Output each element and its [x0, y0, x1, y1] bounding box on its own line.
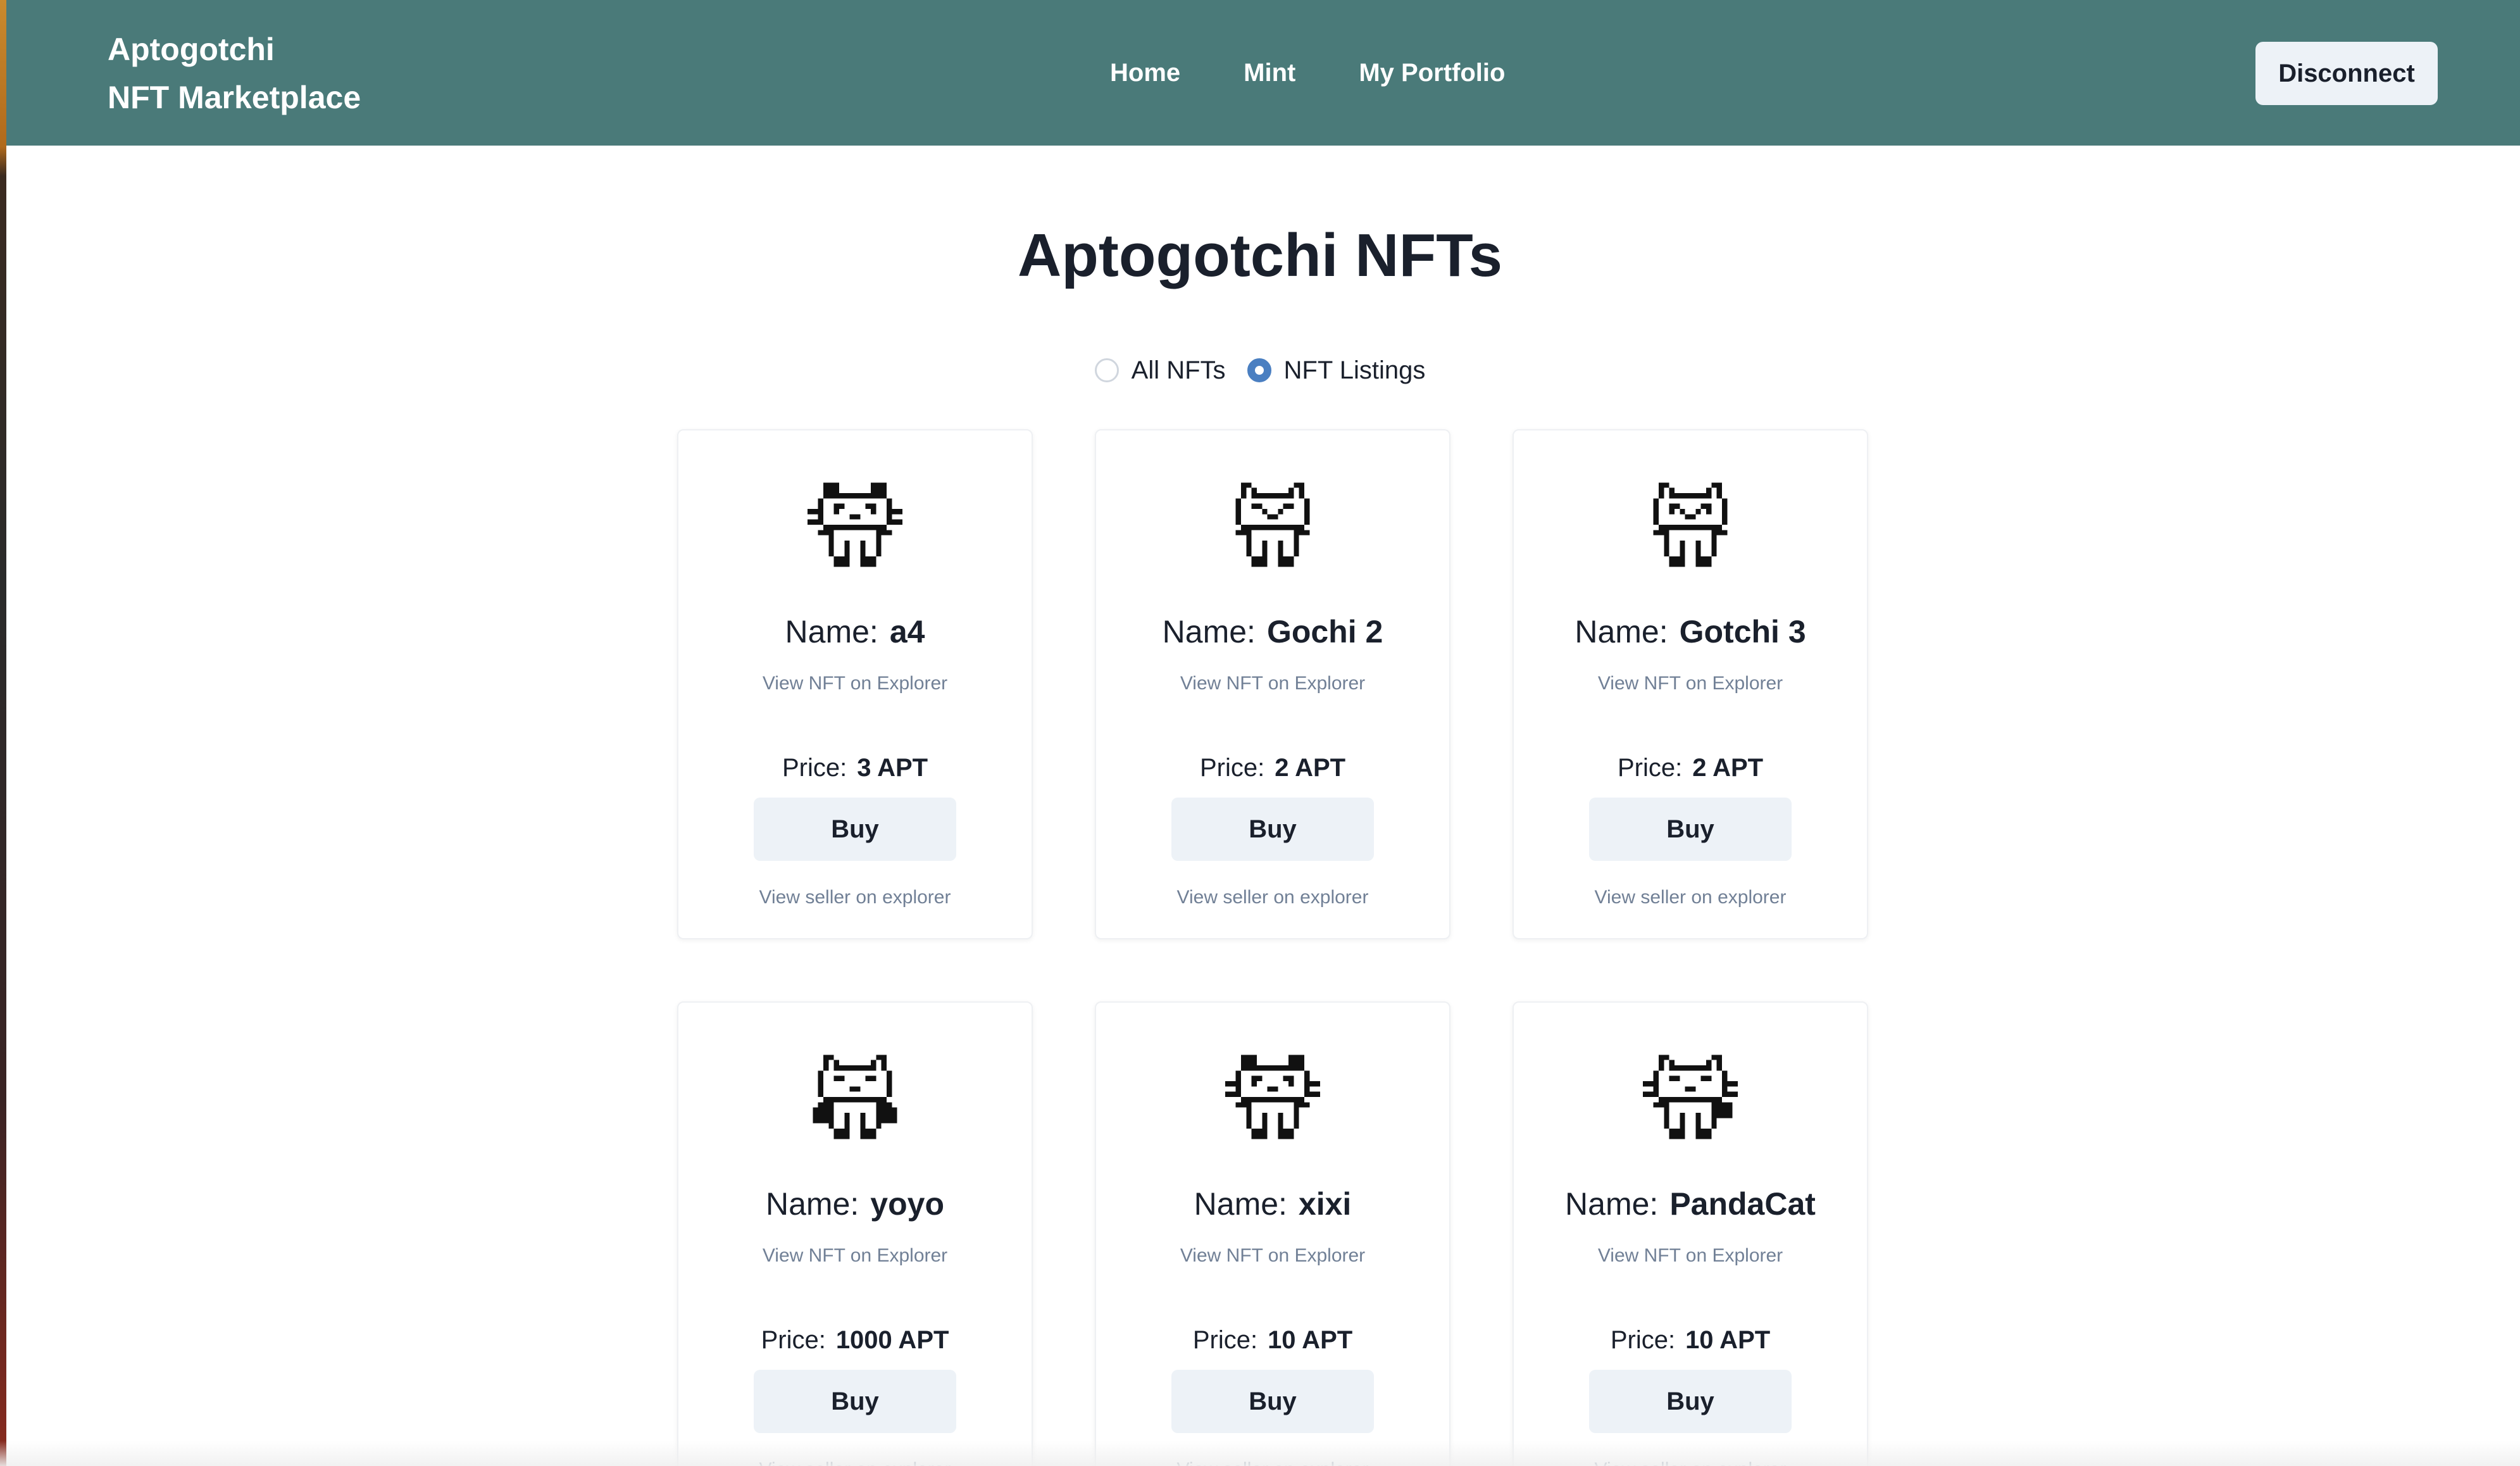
- nft-card-6: Name: PandaCat View NFT on Explorer Price…: [1513, 1001, 1868, 1466]
- nft-price-value: 10 APT: [1685, 1326, 1771, 1354]
- nft-name-value: Gochi 2: [1266, 614, 1383, 649]
- name-label: Name:: [1194, 1186, 1287, 1222]
- page: Aptogotchi NFT Marketplace Home Mint My …: [0, 0, 2520, 1466]
- nft-name-value: a4: [889, 614, 925, 649]
- nft-card-3: Name: Gotchi 3 View NFT on Explorer Price…: [1513, 429, 1868, 939]
- nft-price-value: 10 APT: [1268, 1326, 1353, 1354]
- name-label: Name:: [766, 1186, 859, 1222]
- nft-card-1: Name: a4 View NFT on Explorer Price: 3 APT…: [677, 429, 1033, 939]
- view-seller-explorer-link[interactable]: View seller on explorer: [678, 885, 1032, 910]
- price-label: Price:: [1610, 1326, 1676, 1354]
- view-nft-explorer-link[interactable]: View NFT on Explorer: [1514, 671, 1867, 696]
- nft-filter-radio-group: All NFTs NFT Listings: [0, 354, 2520, 386]
- price-label: Price:: [1199, 754, 1265, 782]
- nft-price-line: Price: 10 APT: [1096, 1323, 1449, 1357]
- nft-name-line: Name: yoyo: [678, 1184, 1032, 1224]
- pixel-cat-pet-icon: [1225, 477, 1320, 572]
- nft-name-value: Gotchi 3: [1679, 614, 1806, 649]
- pixel-cat-pet-icon: [808, 477, 902, 572]
- pixel-cat-pet-icon: [1225, 1049, 1320, 1144]
- nft-price-value: 2 APT: [1275, 754, 1346, 782]
- nav-portfolio-link[interactable]: My Portfolio: [1359, 56, 1505, 90]
- nft-price-value: 1000 APT: [835, 1326, 949, 1354]
- nft-price-line: Price: 10 APT: [1514, 1323, 1867, 1357]
- disconnect-button[interactable]: Disconnect: [2255, 42, 2438, 105]
- brand-line-1: Aptogotchi: [108, 32, 275, 67]
- price-label: Price:: [1192, 1326, 1258, 1354]
- buy-button[interactable]: Buy: [1171, 1370, 1374, 1433]
- buy-button[interactable]: Buy: [1589, 798, 1792, 861]
- nft-name-line: Name: a4: [678, 611, 1032, 652]
- view-nft-explorer-link[interactable]: View NFT on Explorer: [678, 671, 1032, 696]
- radio-nft-listings[interactable]: [1247, 358, 1271, 382]
- nft-name-value: PandaCat: [1669, 1186, 1816, 1222]
- view-seller-explorer-link[interactable]: View seller on explorer: [1096, 885, 1449, 910]
- nft-name-line: Name: xixi: [1096, 1184, 1449, 1224]
- nav-mint-link[interactable]: Mint: [1244, 56, 1295, 90]
- nft-name-line: Name: Gotchi 3: [1514, 611, 1867, 652]
- view-nft-explorer-link[interactable]: View NFT on Explorer: [1096, 671, 1449, 696]
- page-title: Aptogotchi NFTs: [1017, 222, 1503, 289]
- nft-price-line: Price: 2 APT: [1514, 751, 1867, 785]
- price-label: Price:: [761, 1326, 826, 1354]
- nft-card-2: Name: Gochi 2 View NFT on Explorer Price:…: [1095, 429, 1450, 939]
- filter-option-nft-listings[interactable]: NFT Listings: [1247, 354, 1426, 386]
- radio-label-all-nfts: All NFTs: [1131, 356, 1226, 384]
- buy-button[interactable]: Buy: [1589, 1370, 1792, 1433]
- price-label: Price:: [1617, 754, 1683, 782]
- radio-label-nft-listings: NFT Listings: [1283, 356, 1426, 384]
- radio-all-nfts[interactable]: [1094, 358, 1119, 382]
- nft-price-line: Price: 1000 APT: [678, 1323, 1032, 1357]
- view-nft-explorer-link[interactable]: View NFT on Explorer: [678, 1243, 1032, 1269]
- nft-name-value: xixi: [1298, 1186, 1352, 1222]
- buy-button[interactable]: Buy: [754, 1370, 956, 1433]
- nft-name-line: Name: PandaCat: [1514, 1184, 1867, 1224]
- nft-card-4: Name: yoyo View NFT on Explorer Price: 100…: [677, 1001, 1033, 1466]
- nft-card-grid: Name: a4 View NFT on Explorer Price: 3 APT…: [677, 429, 1869, 1466]
- brand-line-2: NFT Marketplace: [108, 80, 361, 115]
- pixel-cat-pet-icon: [1643, 1049, 1738, 1144]
- nft-price-line: Price: 3 APT: [678, 751, 1032, 785]
- buy-button[interactable]: Buy: [1171, 798, 1374, 861]
- name-label: Name:: [785, 614, 878, 649]
- filter-option-all-nfts[interactable]: All NFTs: [1094, 354, 1226, 386]
- view-nft-explorer-link[interactable]: View NFT on Explorer: [1514, 1243, 1867, 1269]
- price-label: Price:: [782, 754, 847, 782]
- name-label: Name:: [1575, 614, 1668, 649]
- name-label: Name:: [1162, 614, 1256, 649]
- nav-home-link[interactable]: Home: [1110, 56, 1180, 90]
- pixel-cat-pet-icon: [1643, 477, 1738, 572]
- scroll-fade: [0, 1441, 2520, 1466]
- main-nav: Home Mint My Portfolio: [1110, 56, 1505, 90]
- top-navbar: Aptogotchi NFT Marketplace Home Mint My …: [6, 0, 2520, 146]
- nft-price-value: 2 APT: [1692, 754, 1764, 782]
- nft-name-value: yoyo: [870, 1186, 944, 1222]
- pixel-cat-pet-icon: [808, 1049, 902, 1144]
- nft-price-value: 3 APT: [857, 754, 928, 782]
- nft-name-line: Name: Gochi 2: [1096, 611, 1449, 652]
- view-nft-explorer-link[interactable]: View NFT on Explorer: [1096, 1243, 1449, 1269]
- buy-button[interactable]: Buy: [754, 798, 956, 861]
- nft-card-5: Name: xixi View NFT on Explorer Price: 10 …: [1095, 1001, 1450, 1466]
- view-seller-explorer-link[interactable]: View seller on explorer: [1514, 885, 1867, 910]
- nft-price-line: Price: 2 APT: [1096, 751, 1449, 785]
- brand-logo-text[interactable]: Aptogotchi NFT Marketplace: [108, 25, 361, 122]
- name-label: Name:: [1565, 1186, 1659, 1222]
